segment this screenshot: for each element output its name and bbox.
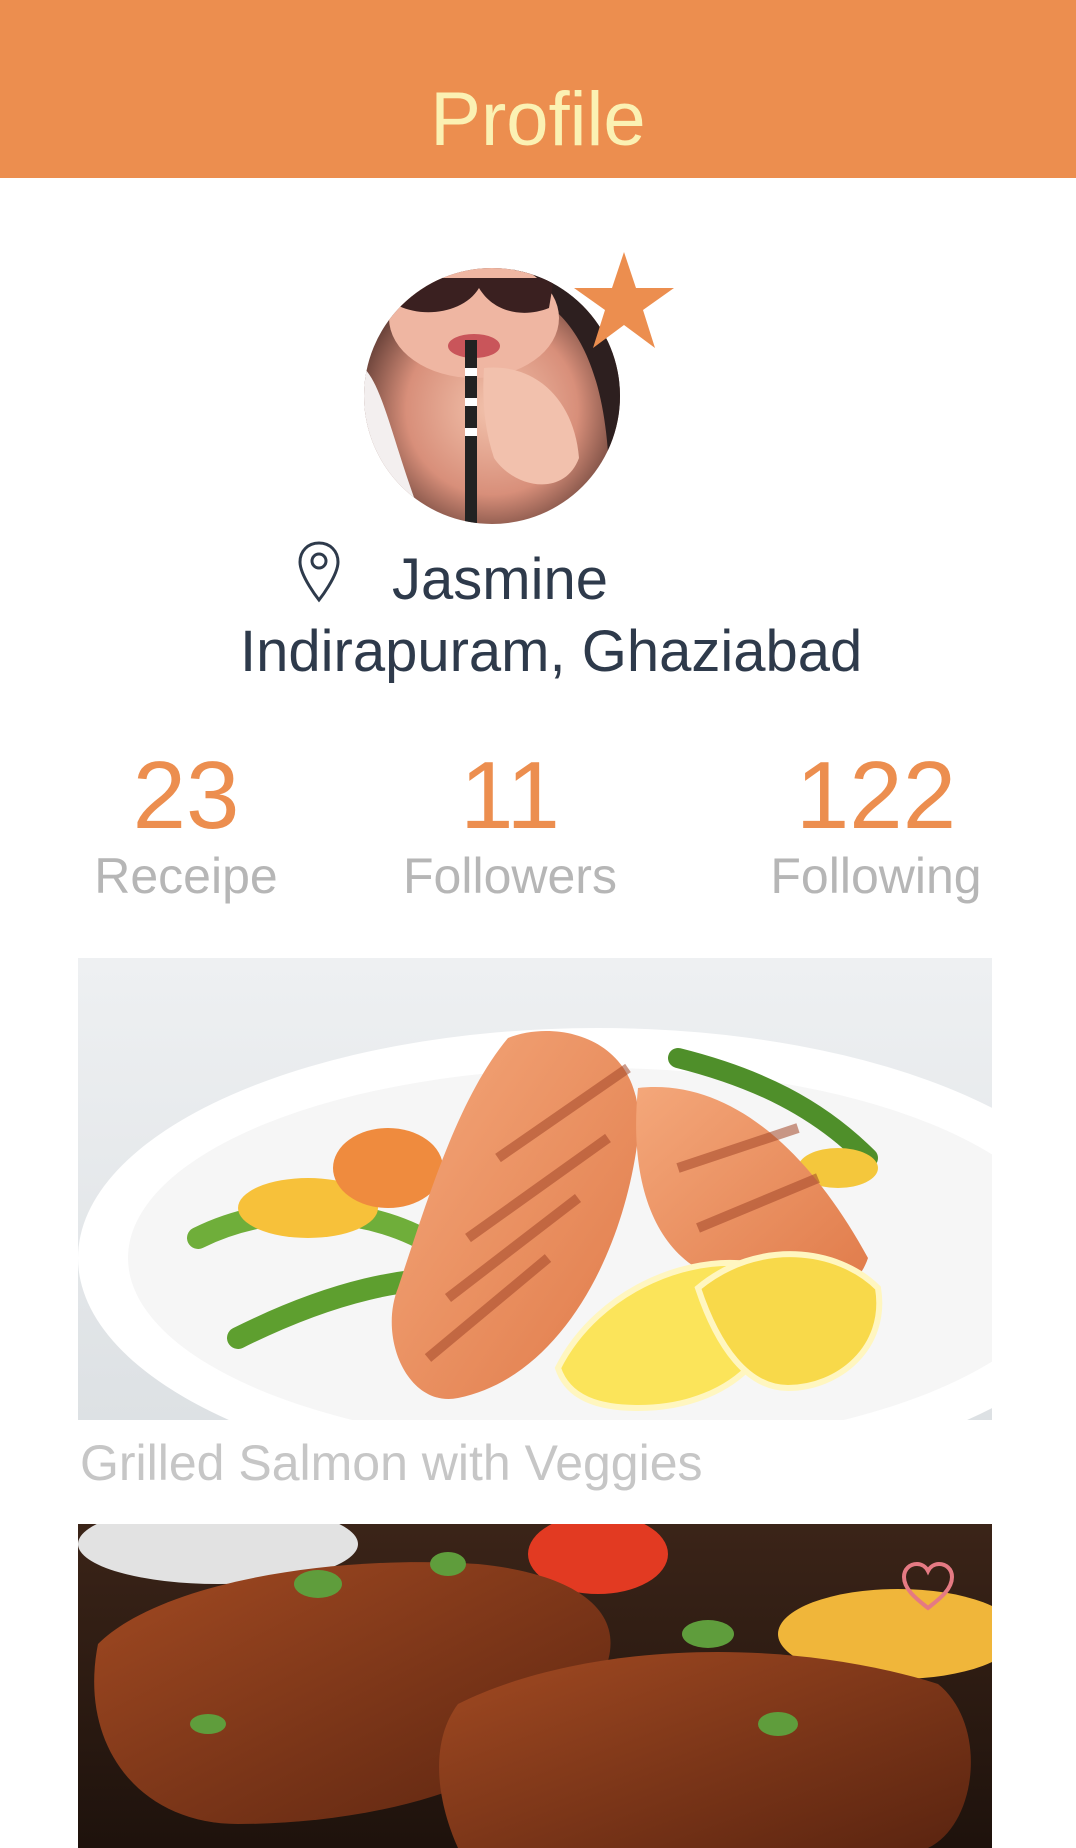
location-pin-icon [298, 541, 340, 603]
stat-label: Receipe [94, 848, 278, 904]
stat-value: 122 [795, 742, 957, 849]
stat-following[interactable]: 122 Following [756, 746, 996, 906]
stat-value: 23 [132, 742, 240, 849]
recipe-image[interactable] [78, 1524, 992, 1848]
recipe-image[interactable] [78, 958, 992, 1420]
stat-followers[interactable]: 11 Followers [396, 746, 624, 906]
recipe-title[interactable]: Grilled Salmon with Veggies [80, 1428, 703, 1498]
stat-label: Followers [403, 848, 617, 904]
stat-recipes[interactable]: 23 Receipe [88, 746, 284, 906]
page-title: Profile [430, 77, 646, 162]
stat-value: 11 [460, 742, 560, 849]
top-app-bar: Profile [0, 0, 1076, 178]
profile-name: Jasmine [392, 547, 608, 612]
stat-label: Following [770, 848, 982, 904]
profile-location: Indirapuram, Ghaziabad [240, 619, 863, 684]
star-icon [574, 252, 674, 348]
heart-icon[interactable] [900, 1560, 956, 1612]
